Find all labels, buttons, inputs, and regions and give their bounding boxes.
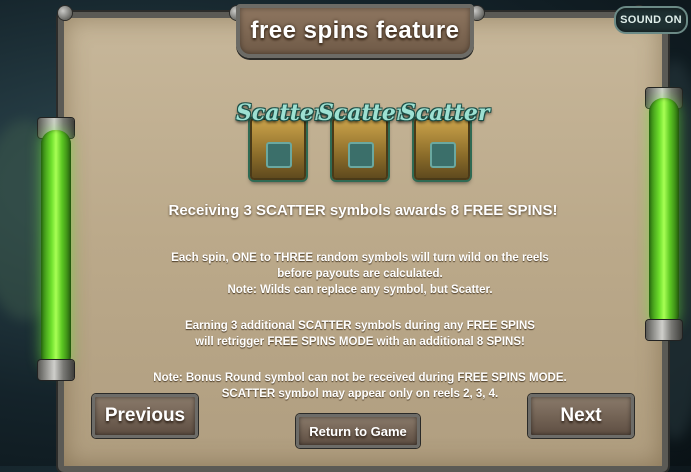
page-title: free spins feature	[250, 17, 460, 44]
rules-line: Each spin, ONE to THREE random symbols w…	[171, 252, 549, 264]
scatter-symbol-base	[414, 118, 470, 180]
left-glow-tube	[41, 130, 71, 370]
rules-paragraph-2: Earning 3 additional SCATTER symbols dur…	[80, 318, 640, 350]
scatter-symbol: Scatter	[318, 96, 407, 188]
rules-line: Note: Wilds can replace any symbol, but …	[227, 284, 493, 296]
previous-button[interactable]: Previous	[92, 394, 198, 438]
rules-line: Earning 3 additional SCATTER symbols dur…	[185, 320, 535, 332]
rules-line: before payouts are calculated.	[277, 268, 443, 280]
scatter-symbols-row: Scatter Scatter Scatter	[236, 96, 489, 188]
rules-line: will retrigger FREE SPINS MODE with an a…	[195, 336, 525, 348]
scatter-symbol: Scatter	[400, 96, 489, 188]
next-button[interactable]: Next	[528, 394, 634, 438]
rules-paragraph-1: Each spin, ONE to THREE random symbols w…	[80, 250, 640, 298]
sound-toggle-button[interactable]: SOUND ON	[614, 6, 688, 34]
panel-bolt	[58, 6, 72, 20]
scatter-symbol: Scatter	[236, 96, 325, 188]
scatter-symbol-base	[332, 118, 388, 180]
return-to-game-button[interactable]: Return to Game	[296, 414, 420, 448]
feature-headline: Receiving 3 SCATTER symbols awards 8 FRE…	[168, 202, 558, 219]
scatter-symbol-base	[250, 118, 306, 180]
rules-line: Note: Bonus Round symbol can not be rece…	[153, 372, 567, 384]
right-tube-bottom-cap	[646, 320, 682, 340]
title-plate: free spins feature	[236, 4, 474, 58]
left-tube-bottom-cap	[38, 360, 74, 380]
scatter-symbol-label: Scatter	[318, 100, 408, 126]
scatter-symbol-label: Scatter	[236, 100, 326, 126]
scatter-symbol-label: Scatter	[400, 100, 490, 126]
